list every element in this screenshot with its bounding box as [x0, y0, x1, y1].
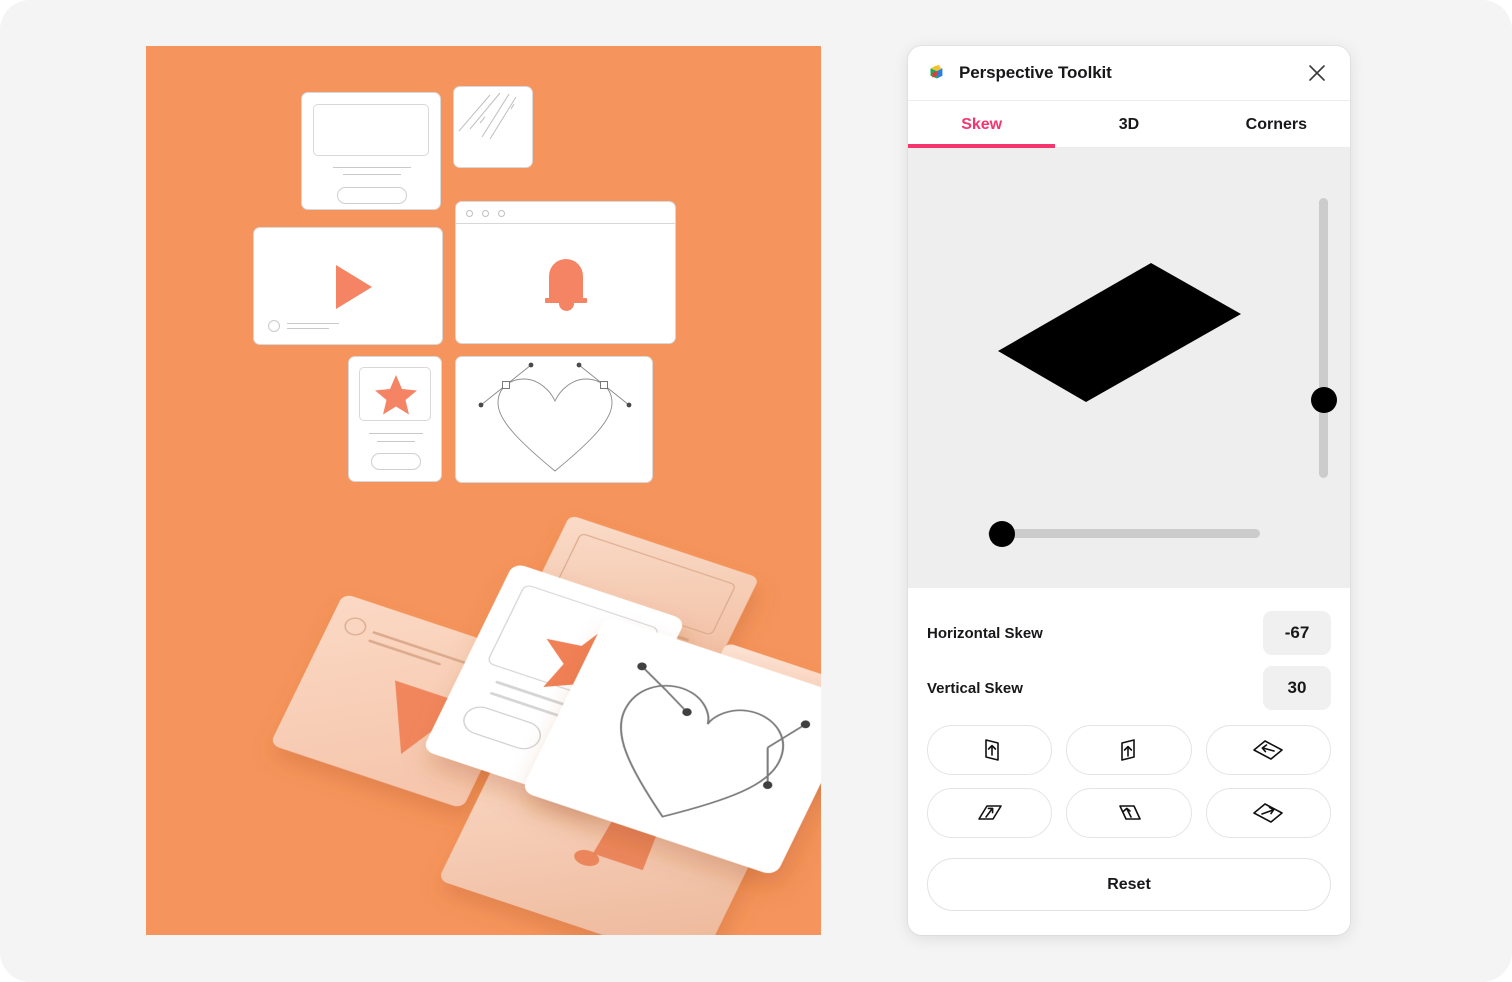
reset-button[interactable]: Reset	[927, 858, 1331, 911]
skew-top-down-icon	[1121, 739, 1135, 761]
skew-left-button[interactable]	[1205, 725, 1331, 775]
vertical-skew-slider[interactable]	[1310, 198, 1337, 478]
skew-top-up-icon	[984, 739, 999, 761]
isometric-card-stack	[272, 516, 821, 935]
skew-bottom-right-icon	[977, 805, 1002, 820]
horizontal-skew-slider-thumb[interactable]	[988, 520, 1015, 547]
close-icon	[1309, 65, 1325, 81]
panel-title: Perspective Toolkit	[959, 63, 1112, 82]
skew-bottom-left-button[interactable]	[1066, 788, 1192, 838]
close-button[interactable]	[1304, 60, 1330, 86]
panel-header: Perspective Toolkit	[908, 46, 1350, 101]
skew-controls: Horizontal Skew -67 Vertical Skew 30 Res…	[908, 588, 1350, 935]
skew-bottom-left-icon	[1119, 805, 1141, 820]
horizontal-skew-value[interactable]: -67	[1263, 611, 1331, 655]
preview-shape-svg	[998, 263, 1241, 402]
perspective-skew-illustration	[146, 46, 821, 935]
app-page: Perspective Toolkit Skew 3D Corners Hori…	[0, 0, 1512, 982]
isometric-cube-logo-icon	[930, 64, 943, 79]
panel-tabs: Skew 3D Corners	[908, 101, 1350, 148]
skew-direction-buttons	[927, 725, 1331, 838]
tab-corners[interactable]: Corners	[1203, 101, 1350, 147]
tab-skew[interactable]: Skew	[908, 101, 1056, 148]
horizontal-skew-label: Horizontal Skew	[927, 624, 1043, 642]
skew-right-button[interactable]	[1205, 788, 1331, 838]
horizontal-skew-slider[interactable]	[988, 520, 1260, 547]
horizontal-skew-row: Horizontal Skew -67	[927, 610, 1331, 656]
skewed-parallelogram-shape[interactable]	[998, 263, 1241, 402]
skew-right-icon	[1253, 803, 1284, 823]
skew-left-icon	[1253, 740, 1284, 760]
tab-3d[interactable]: 3D	[1055, 101, 1202, 147]
skew-bottom-right-button[interactable]	[927, 788, 1053, 838]
skew-top-up-button[interactable]	[927, 725, 1053, 775]
skew-preview-stage[interactable]	[908, 148, 1350, 588]
skew-top-down-button[interactable]	[1066, 725, 1192, 775]
vertical-skew-row: Vertical Skew 30	[927, 665, 1331, 711]
vertical-skew-slider-thumb[interactable]	[1310, 386, 1337, 413]
vertical-skew-value[interactable]: 30	[1263, 666, 1331, 710]
perspective-toolkit-panel: Perspective Toolkit Skew 3D Corners Hori…	[908, 46, 1350, 935]
vertical-skew-label: Vertical Skew	[927, 679, 1023, 697]
